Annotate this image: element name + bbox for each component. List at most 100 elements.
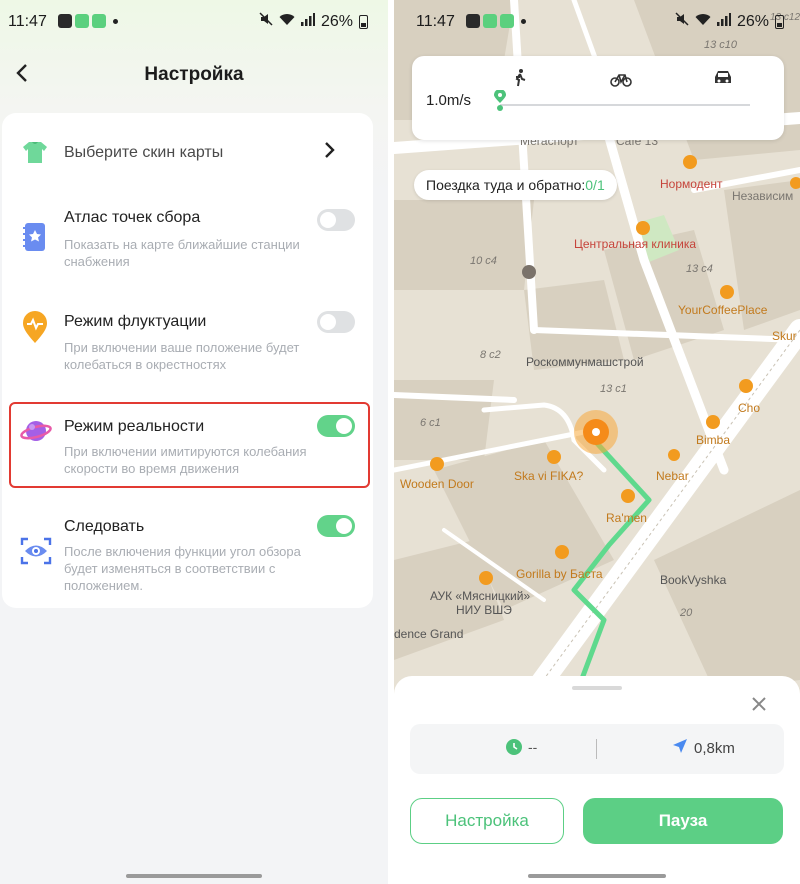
- map-label: 13 с1: [600, 383, 627, 395]
- book-icon: [20, 221, 54, 255]
- setting-label: Выберите скин карты: [64, 144, 224, 161]
- toggle-knob: [320, 314, 336, 330]
- app-icon: [483, 14, 497, 28]
- map-label: АУК «Мясницкий»: [430, 589, 530, 603]
- battery-icon: [359, 14, 368, 29]
- map-label: Ska vi FIKA?: [514, 469, 584, 483]
- image-icon: [58, 14, 72, 28]
- eye-scan-icon: [20, 537, 54, 571]
- toggle-knob: [320, 212, 336, 228]
- distance-value: 0,8km: [694, 739, 735, 757]
- close-icon: [752, 697, 766, 711]
- shirt-icon: [20, 137, 54, 171]
- map-label: Wooden Door: [400, 477, 474, 491]
- map-label: YourCoffeePlace: [678, 303, 768, 317]
- map-label: Нормодент: [660, 177, 723, 191]
- map-label: Центральная клиника: [574, 237, 696, 251]
- image-icon: [466, 14, 480, 28]
- mute-icon: [675, 12, 689, 31]
- bottom-sheet: -- 0,8km Настройка Пауза: [394, 676, 800, 884]
- close-button[interactable]: [748, 694, 770, 716]
- map-label: Bimba: [696, 433, 730, 447]
- map-label: НИУ ВШЭ: [456, 603, 512, 617]
- map-label: 20: [679, 607, 693, 619]
- status-notification-icons: [58, 14, 118, 28]
- map-label: Gorilla by Баста: [516, 567, 603, 581]
- home-indicator: [528, 874, 666, 878]
- app-icon: [75, 14, 89, 28]
- map-screen: 13 с12 13 с10 Мегаспорт Cafe 13 Нормоден…: [394, 0, 800, 884]
- map-label: Cho: [738, 401, 760, 415]
- setting-fluctuation-mode: Режим флуктуации При включении ваше поло…: [2, 309, 373, 379]
- toggle-knob: [336, 518, 352, 534]
- page-title: Настройка: [144, 64, 244, 85]
- setting-description: Показать на карте ближайшие станции снаб…: [64, 237, 300, 269]
- distance-info: 0,8km: [672, 738, 735, 758]
- highlight-box: [9, 402, 370, 488]
- round-trip-badge: Поездка туда и обратно:0/1: [414, 170, 617, 200]
- map-label: dence Grand: [394, 627, 463, 641]
- status-notification-icons: [466, 14, 526, 28]
- settings-card: Выберите скин карты Атлас точек сбора По…: [2, 113, 373, 608]
- map-label: Ra'men: [606, 511, 647, 525]
- drag-handle[interactable]: [572, 686, 622, 690]
- map-label: 6 с1: [420, 417, 441, 429]
- settings-screen: 11:47 26% Настройка Выберите скин карты …: [0, 0, 388, 884]
- setting-label: Следовать: [64, 518, 145, 535]
- map-label: Skur: [772, 329, 797, 343]
- speed-panel: 1.0m/s: [412, 56, 784, 140]
- divider: [596, 739, 597, 759]
- bike-icon[interactable]: [610, 68, 632, 88]
- status-time: 11:47: [8, 13, 47, 30]
- mute-icon: [259, 12, 273, 31]
- dot-icon: [113, 18, 118, 24]
- home-indicator: [126, 874, 262, 878]
- map-label: Независим: [732, 189, 793, 203]
- clock-icon: [506, 739, 522, 755]
- map-label: Nebar: [656, 469, 689, 483]
- battery-percent: 26%: [736, 12, 769, 30]
- status-bar: 11:47 26%: [394, 0, 800, 44]
- app-icon: [500, 14, 514, 28]
- setting-label: Режим флуктуации: [64, 313, 207, 330]
- pulse-pin-icon: [20, 311, 54, 345]
- app-icon: [92, 14, 106, 28]
- fluctuation-mode-toggle[interactable]: [317, 311, 355, 333]
- setting-map-skin[interactable]: Выберите скин карты: [2, 135, 373, 171]
- map-label: Роскоммунмашстрой: [526, 355, 644, 369]
- round-trip-label: Поездка туда и обратно:: [426, 177, 586, 193]
- follow-toggle[interactable]: [317, 515, 355, 537]
- status-system-icons: 26%: [259, 12, 368, 31]
- status-bar: 11:47 26%: [0, 0, 388, 44]
- wifi-icon: [695, 13, 711, 31]
- setting-description: При включении ваше положение будет колеб…: [64, 340, 300, 372]
- dot-icon: [521, 18, 526, 24]
- map-label: 13 с4: [686, 263, 713, 275]
- settings-button[interactable]: Настройка: [410, 798, 564, 844]
- time-value: --: [528, 739, 538, 755]
- pause-button[interactable]: Пауза: [583, 798, 783, 844]
- round-trip-count: 0/1: [585, 177, 605, 193]
- location-pin-icon[interactable]: [492, 89, 508, 112]
- setting-description: После включения функции угол обзора буде…: [64, 544, 301, 593]
- speed-value: 1.0m/s: [426, 92, 472, 109]
- setting-follow: Следовать После включения функции угол о…: [2, 513, 373, 603]
- chevron-right-icon[interactable]: [323, 141, 335, 165]
- speed-slider[interactable]: [500, 104, 750, 106]
- wifi-icon: [279, 13, 295, 31]
- car-icon[interactable]: [712, 68, 734, 88]
- navigation-arrow-icon: [672, 738, 688, 758]
- map-label: 10 с4: [470, 255, 497, 267]
- status-time: 11:47: [416, 13, 455, 30]
- setting-supply-atlas: Атлас точек сбора Показать на карте ближ…: [2, 205, 373, 275]
- supply-atlas-toggle[interactable]: [317, 209, 355, 231]
- battery-percent: 26%: [320, 12, 353, 30]
- status-system-icons: 26%: [675, 12, 784, 31]
- map-label: BookVyshka: [660, 573, 727, 587]
- time-info: --: [506, 739, 537, 755]
- battery-icon: [775, 14, 784, 29]
- signal-icon: [300, 12, 315, 31]
- walk-icon[interactable]: [510, 68, 532, 88]
- setting-label: Атлас точек сбора: [64, 209, 201, 226]
- route-info-bar: -- 0,8km: [410, 724, 784, 774]
